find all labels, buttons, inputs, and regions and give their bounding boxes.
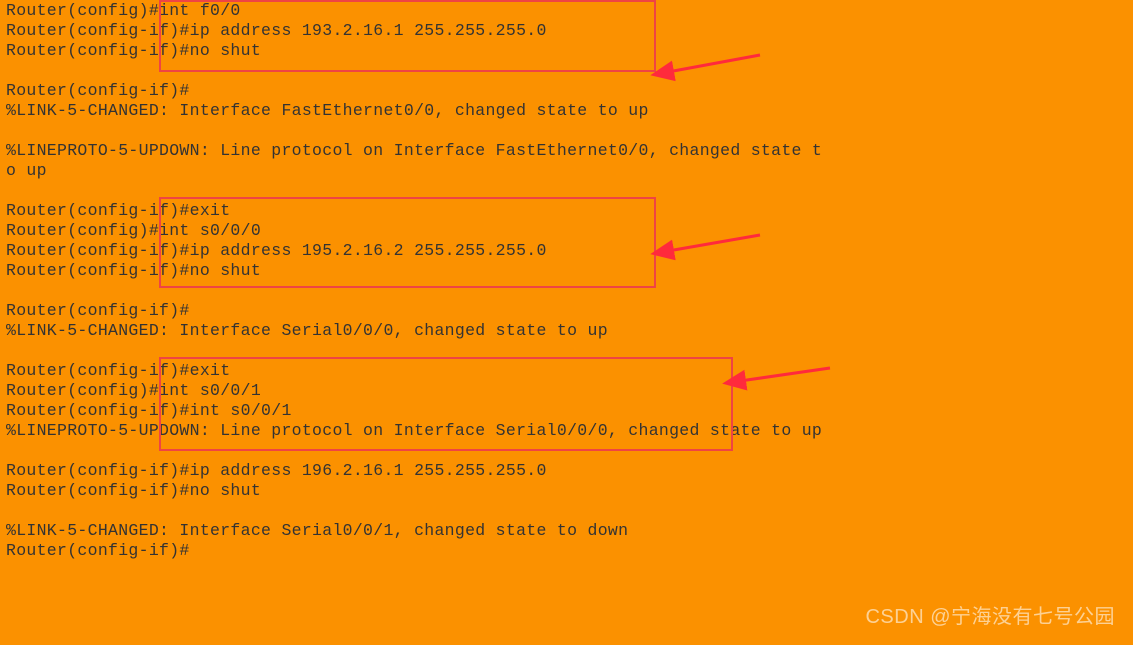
- watermark-text: CSDN @宁海没有七号公园: [865, 607, 1115, 627]
- terminal-output: Router(config)#int f0/0 Router(config-if…: [6, 1, 822, 561]
